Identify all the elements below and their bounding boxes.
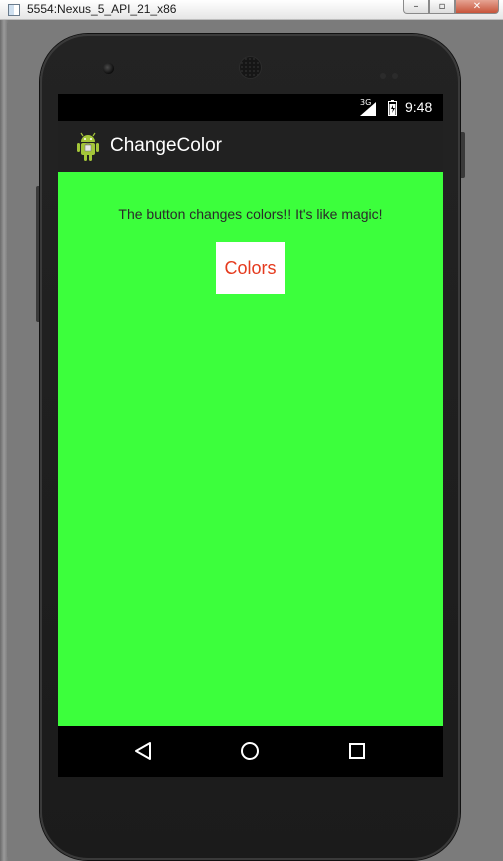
message-text: The button changes colors!! It's like ma… xyxy=(118,206,383,222)
battery-icon xyxy=(388,100,397,116)
window-title: 5554:Nexus_5_API_21_x86 xyxy=(27,2,177,16)
power-button[interactable] xyxy=(460,132,465,178)
minimize-button[interactable]: – xyxy=(403,0,429,14)
android-logo-icon xyxy=(77,132,99,161)
minimize-icon: – xyxy=(413,1,419,12)
colors-button[interactable]: Colors xyxy=(216,242,285,294)
main-content: The button changes colors!! It's like ma… xyxy=(58,172,443,726)
close-icon: ✕ xyxy=(472,1,482,12)
maximize-icon: ▫ xyxy=(438,1,446,12)
nav-home-button[interactable] xyxy=(237,738,263,764)
action-bar: ChangeColor xyxy=(58,121,443,172)
nav-back-button[interactable] xyxy=(130,738,156,764)
nav-recents-button[interactable] xyxy=(344,738,370,764)
status-clock: 9:48 xyxy=(405,99,433,115)
back-icon xyxy=(135,742,151,760)
app-title: ChangeColor xyxy=(110,135,222,156)
speaker-grille-icon xyxy=(240,57,261,78)
window-controls: – ▫ ✕ xyxy=(403,0,499,14)
navigation-bar xyxy=(58,726,443,777)
sensor-dots-icon xyxy=(380,64,404,79)
emulator-app-icon xyxy=(8,4,20,16)
home-icon xyxy=(241,742,259,760)
recents-icon xyxy=(349,743,365,759)
maximize-button[interactable]: ▫ xyxy=(429,0,455,14)
network-type-label: 3G xyxy=(360,98,372,107)
status-bar: 3G 9:48 xyxy=(58,94,443,121)
device-screen: 3G 9:48 ChangeColor The button changes c… xyxy=(58,94,443,777)
front-camera-icon xyxy=(103,63,114,74)
window-titlebar: 5554:Nexus_5_API_21_x86 – ▫ ✕ xyxy=(0,0,503,20)
close-button[interactable]: ✕ xyxy=(455,0,499,14)
